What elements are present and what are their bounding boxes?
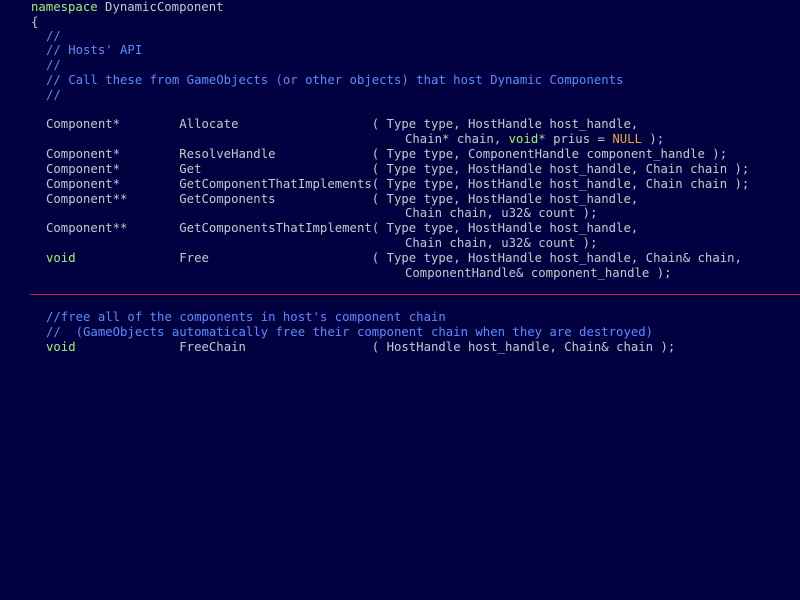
comment-line: // Call these from GameObjects (or other… [46,73,624,87]
decl-free-cont: ComponentHandle& component_handle ); [405,266,672,280]
code-text: Chain* chain, [405,132,509,146]
code-text: Free ( Type type, HostHandle host_handle… [75,251,742,265]
comment-line: // [46,29,61,43]
code-editor[interactable]: namespace DynamicComponent { // // Hosts… [0,0,800,600]
open-brace: { [31,15,39,29]
code-text: * prius = [538,132,613,146]
void-keyword: void [46,251,76,265]
decl-get-components-that-implement-cont: Chain chain, u32& count ); [405,236,598,250]
decl-get-components-that-implement: Component** GetComponentsThatImplement( … [46,221,639,235]
null-literal: NULL [612,132,642,146]
comment-line: //free all of the components in host's c… [46,310,446,324]
decl-allocate: Component* Allocate ( Type type, HostHan… [46,117,639,131]
code-text: FreeChain ( HostHandle host_handle, Chai… [75,340,676,354]
comment-line: // [46,58,61,72]
section-separator [30,294,800,295]
comment-line: // [46,88,61,102]
void-keyword: void [508,132,539,146]
decl-free-chain: void FreeChain ( HostHandle host_handle,… [46,340,675,355]
decl-get: Component* Get ( Type type, HostHandle h… [46,162,750,176]
decl-get-components-cont: Chain chain, u32& count ); [405,206,598,220]
decl-resolve-handle: Component* ResolveHandle ( Type type, Co… [46,147,728,161]
void-keyword: void [46,340,76,354]
namespace-line: namespace DynamicComponent [31,0,224,15]
comment-line: // (GameObjects automatically free their… [46,325,654,339]
namespace-keyword: namespace [31,0,98,14]
comment-line: // Hosts' API [46,43,143,57]
namespace-name: DynamicComponent [97,0,224,14]
decl-free: void Free ( Type type, HostHandle host_h… [46,251,742,266]
code-text: ); [641,132,665,146]
decl-get-components: Component** GetComponents ( Type type, H… [46,192,639,206]
decl-allocate-cont: Chain* chain, void* prius = NULL ); [405,132,664,147]
decl-get-component-that-implements: Component* GetComponentThatImplements( T… [46,177,750,191]
